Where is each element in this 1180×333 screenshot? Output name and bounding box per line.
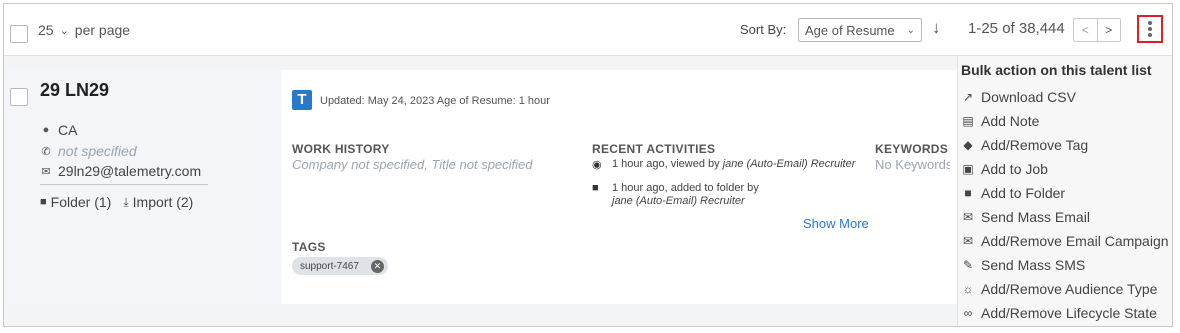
bulk-action-title: Bulk action on this talent list — [961, 62, 1152, 78]
activity-text: 1 hour ago, viewed by — [612, 158, 720, 170]
activity-by: jane (Auto-Email) Recruiter — [722, 158, 856, 170]
sms-icon: ✎ — [962, 258, 974, 272]
per-page-select[interactable]: 25 ⌄ per page — [38, 22, 130, 38]
recent-activities-heading: RECENT ACTIVITIES — [592, 142, 716, 156]
chevron-down-icon: ⌄ — [906, 24, 915, 36]
menu-item-label: Add to Job — [981, 161, 1048, 177]
map-marker-icon: ● — [42, 124, 50, 136]
select-all-checkbox[interactable] — [10, 25, 28, 43]
work-history-heading: WORK HISTORY — [292, 142, 390, 156]
menu-item-label: Add to Folder — [981, 185, 1066, 201]
updated-text: Updated: May 24, 2023 Age of Resume: 1 h… — [320, 95, 550, 107]
menu-item-label: Add/Remove Lifecycle State — [981, 305, 1157, 321]
activity-item: ◉ 1 hour ago, viewed by jane (Auto-Email… — [592, 158, 855, 171]
source-badge: T — [292, 90, 312, 110]
keywords-heading: KEYWORDS — [875, 142, 949, 156]
menu-item-send-mass-sms[interactable]: ✎ Send Mass SMS — [961, 254, 1085, 276]
audience-icon: ☼ — [962, 282, 974, 296]
candidate-card-left — [4, 70, 281, 304]
candidate-links: ■ Folder (1) ⤓ Import (2) — [40, 194, 193, 210]
menu-item-label: Add/Remove Tag — [981, 137, 1089, 153]
prev-page-button[interactable]: < — [1074, 19, 1097, 41]
import-link[interactable]: ⤓ Import (2) — [123, 194, 193, 210]
menu-item-label: Add/Remove Email Campaign — [981, 233, 1169, 249]
activity-by: jane (Auto-Email) Recruiter — [612, 195, 745, 207]
import-link-label: Import (2) — [132, 194, 194, 210]
remove-tag-icon[interactable]: ✕ — [370, 259, 384, 273]
menu-item-add-to-job[interactable]: ▣ Add to Job — [961, 158, 1048, 180]
next-page-button[interactable]: > — [1096, 19, 1121, 41]
more-actions-button[interactable] — [1137, 15, 1163, 43]
divider — [40, 184, 208, 185]
eye-icon: ◉ — [592, 159, 602, 171]
infinity-icon: ∞ — [963, 306, 973, 320]
menu-item-label: Add Note — [981, 113, 1040, 129]
candidate-email[interactable]: ✉ 29ln29@talemetry.com — [40, 163, 201, 179]
note-icon: ▤ — [962, 114, 974, 128]
menu-item-label: Add/Remove Audience Type — [981, 281, 1158, 297]
menu-item-email-campaign[interactable]: ✉ Add/Remove Email Campaign — [961, 230, 1169, 252]
menu-item-audience-type[interactable]: ☼ Add/Remove Audience Type — [961, 278, 1158, 300]
download-icon: ⤓ — [123, 194, 129, 209]
candidate-phone: ✆ not specified — [40, 143, 137, 159]
keywords-value: No Keywords — [875, 157, 950, 172]
menu-item-label: Send Mass Email — [981, 209, 1090, 225]
location-text: CA — [58, 122, 78, 138]
briefcase-icon: ▣ — [962, 162, 974, 176]
tag-icon: ◆ — [963, 138, 973, 152]
folder-link-label: Folder (1) — [50, 194, 112, 210]
sort-select-value: Age of Resume — [805, 22, 895, 38]
envelope-icon: ✉ — [962, 210, 974, 224]
work-history-value: Company not specified, Title not specifi… — [292, 157, 533, 172]
sort-select[interactable]: Age of Resume ⌄ — [798, 18, 922, 42]
sort-label: Sort By: — [740, 22, 787, 37]
folder-icon: ■ — [964, 186, 972, 200]
folder-icon: ■ — [40, 196, 47, 208]
candidate-checkbox[interactable] — [10, 88, 28, 106]
external-link-icon: ↗ — [962, 90, 974, 104]
envelope-open-icon: ✉ — [962, 234, 974, 248]
per-page-value: 25 — [38, 22, 54, 38]
tags-heading: TAGS — [292, 240, 326, 254]
activity-item: ■ 1 hour ago, added to folder by jane (Au… — [592, 182, 759, 208]
menu-item-add-to-folder[interactable]: ■ Add to Folder — [961, 182, 1065, 204]
sort-direction-icon[interactable]: ↓ — [932, 18, 941, 38]
kebab-icon — [1148, 21, 1152, 37]
per-page-label: per page — [74, 22, 131, 38]
tag-label: support-7467 — [300, 260, 359, 272]
menu-item-label: Send Mass SMS — [981, 257, 1086, 273]
activity-text: 1 hour ago, added to folder by — [612, 182, 759, 194]
menu-item-download-csv[interactable]: ↗ Download CSV — [961, 86, 1076, 108]
pagination-range: 1-25 of 38,444 — [968, 20, 1065, 37]
phone-text: not specified — [58, 143, 137, 159]
folder-link[interactable]: ■ Folder (1) — [40, 194, 111, 210]
phone-icon: ✆ — [41, 145, 51, 158]
folder-icon: ■ — [592, 182, 599, 194]
email-text: 29ln29@talemetry.com — [58, 163, 202, 179]
show-more-link[interactable]: Show More — [803, 216, 869, 231]
menu-item-label: Download CSV — [981, 89, 1076, 105]
tag-chip: support-7467 ✕ — [292, 257, 388, 275]
envelope-icon: ✉ — [41, 165, 51, 178]
menu-item-add-note[interactable]: ▤ Add Note — [961, 110, 1039, 132]
pagination-buttons: < > — [1073, 18, 1121, 42]
menu-item-send-mass-email[interactable]: ✉ Send Mass Email — [961, 206, 1090, 228]
menu-item-add-remove-tag[interactable]: ◆ Add/Remove Tag — [961, 134, 1088, 156]
candidate-location: ● CA — [40, 122, 78, 138]
menu-item-lifecycle-state[interactable]: ∞ Add/Remove Lifecycle State — [961, 302, 1157, 324]
candidate-name[interactable]: 29 LN29 — [40, 80, 109, 101]
chevron-down-icon: ⌄ — [59, 24, 69, 37]
